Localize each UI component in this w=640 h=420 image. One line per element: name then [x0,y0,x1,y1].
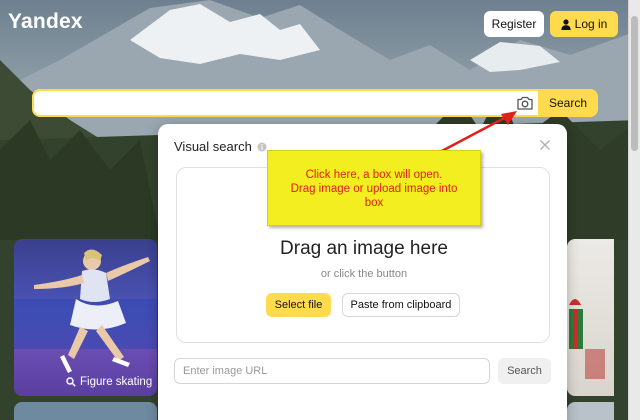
annotation-line-1: Click here, a box will open. [305,169,443,181]
annotation-line-3: box [364,197,384,209]
annotation-note: Click here, a box will open. Drag image … [267,150,481,226]
annotation-line-2: Drag image or upload image into [290,183,458,195]
